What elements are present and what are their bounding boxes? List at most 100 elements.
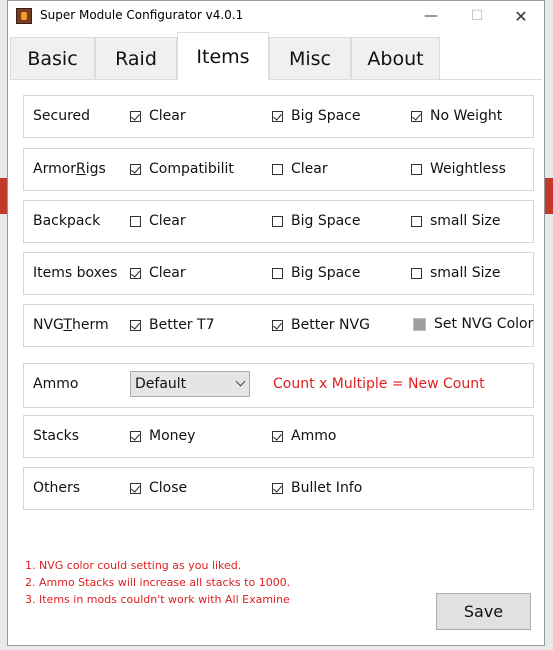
checkbox-label: Clear <box>149 213 186 229</box>
group-label-others: Others <box>33 480 81 496</box>
checkbox-label: Bullet Info <box>291 480 363 496</box>
label-mnemonic: R <box>76 161 86 177</box>
checkbox-stacks-ammo[interactable]: Ammo <box>272 428 336 444</box>
checkbox-checked-icon[interactable] <box>411 110 422 122</box>
group-label-secured: Secured <box>33 108 91 124</box>
checkbox-armorrigs-weightless[interactable]: Weightless <box>411 161 506 177</box>
tab-raid[interactable]: Raid <box>95 37 177 79</box>
checkbox-label: Big Space <box>291 265 361 281</box>
checkbox-unchecked-icon[interactable] <box>272 267 283 279</box>
group-others: Others Close Bullet Info <box>23 467 534 510</box>
tab-about[interactable]: About <box>351 37 440 79</box>
tab-strip: Basic Raid Items Misc About <box>10 32 542 80</box>
group-ammo: Ammo Default Count x Multiple = New Coun… <box>23 363 534 408</box>
color-picker-set-nvg-color[interactable]: Set NVG Color <box>413 316 533 332</box>
checkbox-others-bullet-info[interactable]: Bullet Info <box>272 480 362 496</box>
group-label-nvgtherm: NVGTherm <box>33 317 109 333</box>
checkbox-label: Set NVG Color <box>434 316 534 332</box>
ammo-formula-hint: Count x Multiple = New Count <box>273 376 485 392</box>
checkbox-itemsboxes-clear[interactable]: Clear <box>130 265 186 281</box>
label-mnemonic: T <box>63 317 72 333</box>
checkbox-checked-icon[interactable] <box>130 110 141 122</box>
checkbox-others-close[interactable]: Close <box>130 480 187 496</box>
checkbox-label: Weightless <box>430 161 506 177</box>
close-button[interactable]: ✕ <box>498 1 544 31</box>
checkbox-checked-icon[interactable] <box>272 482 283 494</box>
checkbox-itemsboxes-big-space[interactable]: Big Space <box>272 265 361 281</box>
checkbox-secured-no-weight[interactable]: No Weight <box>411 108 502 124</box>
tab-panel-border <box>10 79 542 80</box>
checkbox-label: Clear <box>291 161 328 177</box>
checkbox-label: Big Space <box>291 108 361 124</box>
minimize-button[interactable]: — <box>408 1 454 31</box>
note-3: 3. Items in mods couldn't work with All … <box>25 593 290 606</box>
checkbox-armorrigs-clear[interactable]: Clear <box>272 161 328 177</box>
checkbox-checked-icon[interactable] <box>130 319 141 331</box>
group-backpack: Backpack Clear Big Space small Size <box>23 200 534 243</box>
label-part: Armor <box>33 161 77 177</box>
checkbox-label: Big Space <box>291 213 361 229</box>
checkbox-secured-clear[interactable]: Clear <box>130 108 186 124</box>
checkbox-unchecked-icon[interactable] <box>411 215 422 227</box>
checkbox-secured-big-space[interactable]: Big Space <box>272 108 361 124</box>
checkbox-checked-icon[interactable] <box>272 319 283 331</box>
group-nvgtherm: NVGTherm Better T7 Better NVG Set NVG Co… <box>23 304 534 347</box>
checkbox-checked-icon[interactable] <box>130 267 141 279</box>
background-window-edge <box>545 178 553 214</box>
checkbox-unchecked-icon[interactable] <box>272 163 283 175</box>
minimize-icon: — <box>424 8 438 24</box>
checkbox-unchecked-icon[interactable] <box>130 215 141 227</box>
checkbox-backpack-big-space[interactable]: Big Space <box>272 213 361 229</box>
checkbox-label: No Weight <box>430 108 503 124</box>
checkbox-label: Close <box>149 480 188 496</box>
checkbox-label: Clear <box>149 108 186 124</box>
note-2: 2. Ammo Stacks will increase all stacks … <box>25 576 291 589</box>
checkbox-nvgtherm-better-t7[interactable]: Better T7 <box>130 317 214 333</box>
group-label-armorrigs: ArmorRigs <box>33 161 106 177</box>
group-label-stacks: Stacks <box>33 428 80 444</box>
color-swatch-icon[interactable] <box>413 317 426 331</box>
ammo-multiplier-select[interactable]: Default <box>130 371 250 397</box>
checkbox-label: small Size <box>430 265 501 281</box>
checkbox-backpack-small-size[interactable]: small Size <box>411 213 500 229</box>
tab-items[interactable]: Items <box>177 32 269 80</box>
group-armorrigs: ArmorRigs Compatibilit Clear Weightless <box>23 148 534 191</box>
checkbox-armorrigs-compatibility[interactable]: Compatibilit <box>130 161 234 177</box>
app-icon <box>16 8 32 24</box>
checkbox-label: Better NVG <box>291 317 370 333</box>
group-stacks: Stacks Money Ammo <box>23 415 534 458</box>
checkbox-unchecked-icon[interactable] <box>411 267 422 279</box>
checkbox-checked-icon[interactable] <box>272 110 283 122</box>
group-label-backpack: Backpack <box>33 213 101 229</box>
checkbox-label: Money <box>149 428 196 444</box>
checkbox-label: Better T7 <box>149 317 215 333</box>
chevron-down-icon <box>235 376 246 387</box>
tab-basic[interactable]: Basic <box>10 37 95 79</box>
group-items-boxes: Items boxes Clear Big Space small Size <box>23 252 534 295</box>
checkbox-checked-icon[interactable] <box>272 430 283 442</box>
checkbox-checked-icon[interactable] <box>130 163 141 175</box>
group-secured: Secured Clear Big Space No Weight <box>23 95 534 138</box>
group-label-items-boxes: Items boxes <box>33 265 118 281</box>
checkbox-nvgtherm-better-nvg[interactable]: Better NVG <box>272 317 370 333</box>
checkbox-unchecked-icon[interactable] <box>411 163 422 175</box>
checkbox-stacks-money[interactable]: Money <box>130 428 195 444</box>
configurator-window: Super Module Configurator v4.0.1 — ☐ ✕ B… <box>7 0 545 646</box>
checkbox-checked-icon[interactable] <box>130 430 141 442</box>
checkbox-checked-icon[interactable] <box>130 482 141 494</box>
label-part: herm <box>71 317 109 333</box>
checkbox-itemsboxes-small-size[interactable]: small Size <box>411 265 500 281</box>
maximize-button[interactable]: ☐ <box>454 1 500 31</box>
group-label-ammo: Ammo <box>33 376 79 392</box>
checkbox-label: Clear <box>149 265 186 281</box>
checkbox-label: small Size <box>430 213 501 229</box>
tab-misc[interactable]: Misc <box>269 37 351 79</box>
title-bar[interactable]: Super Module Configurator v4.0.1 — ☐ ✕ <box>8 1 544 31</box>
checkbox-unchecked-icon[interactable] <box>272 215 283 227</box>
label-part: NVG <box>33 317 64 333</box>
checkbox-label: Ammo <box>291 428 337 444</box>
checkbox-backpack-clear[interactable]: Clear <box>130 213 186 229</box>
save-button[interactable]: Save <box>436 593 531 630</box>
checkbox-label: Compatibilit <box>149 161 234 177</box>
close-icon: ✕ <box>514 6 528 26</box>
